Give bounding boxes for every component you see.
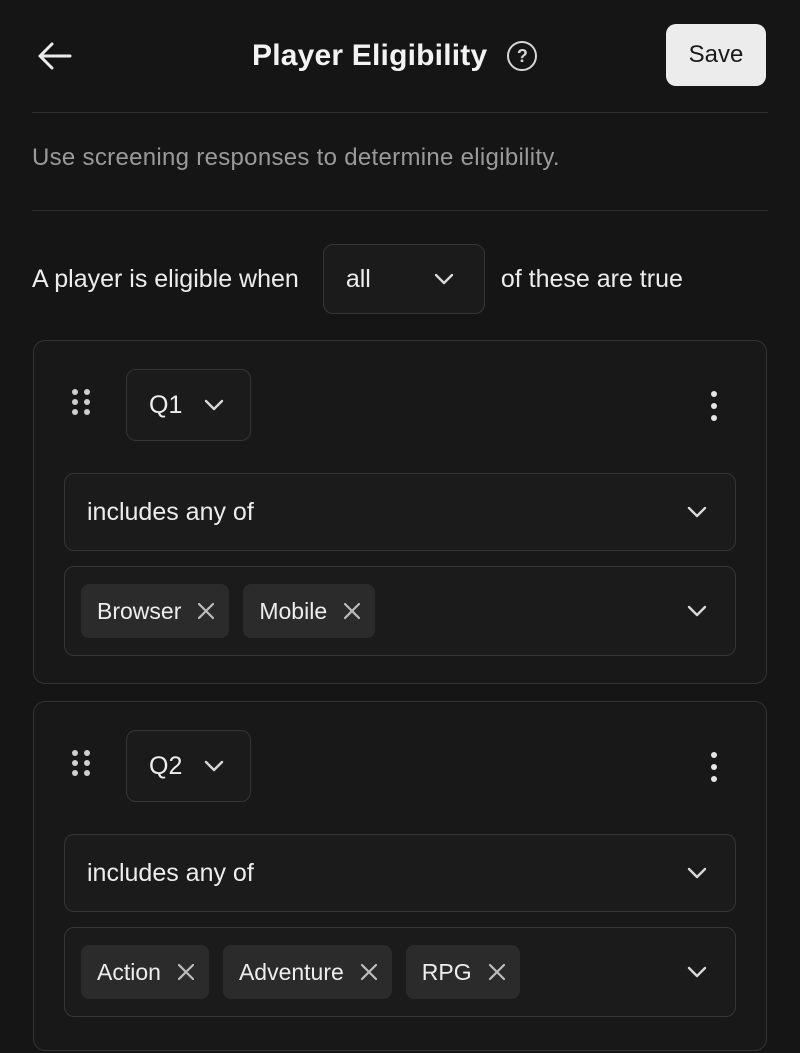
chevron-down-icon: [687, 966, 707, 978]
chip-label: Action: [97, 958, 161, 985]
value-chip: RPG: [405, 945, 520, 999]
close-icon[interactable]: [197, 602, 215, 620]
question-select[interactable]: Q1: [126, 369, 252, 441]
values-select[interactable]: Action Adventure RPG: [64, 927, 736, 1017]
title-group: Player Eligibility ?: [252, 34, 538, 78]
chip-list: Action Adventure RPG: [81, 945, 687, 999]
operator-select[interactable]: includes any of: [64, 834, 736, 912]
close-icon[interactable]: [177, 963, 195, 981]
top-bar: Player Eligibility ? Save: [0, 0, 800, 112]
chip-label: Browser: [97, 597, 182, 624]
chip-list: Browser Mobile: [81, 584, 687, 638]
chevron-down-icon: [687, 867, 707, 879]
rule-prefix: A player is eligible when: [32, 264, 299, 293]
rule-suffix: of these are true: [500, 264, 683, 293]
arrow-left-icon: [38, 42, 72, 70]
chip-label: RPG: [421, 958, 472, 985]
drag-handle-icon[interactable]: [72, 750, 96, 784]
value-chip: Browser: [81, 584, 230, 638]
chip-label: Adventure: [238, 958, 344, 985]
save-button[interactable]: Save: [666, 24, 766, 86]
close-icon[interactable]: [343, 602, 361, 620]
close-icon[interactable]: [360, 963, 378, 981]
value-chip: Mobile: [243, 584, 376, 638]
question-value: Q1: [149, 390, 183, 419]
drag-handle-icon[interactable]: [72, 389, 96, 423]
chevron-down-icon: [434, 273, 454, 285]
divider: [32, 210, 768, 211]
chevron-down-icon: [687, 506, 707, 518]
question-select[interactable]: Q2: [126, 730, 252, 802]
condition-card: Q1 includes any of Browser Mobile: [33, 340, 767, 684]
match-mode-value: all: [345, 264, 371, 293]
value-chip: Action: [81, 945, 209, 999]
chevron-down-icon: [687, 605, 707, 617]
divider: [32, 112, 768, 113]
more-vertical-icon[interactable]: [702, 750, 726, 784]
condition-card: Q2 includes any of Action Adventure RPG: [33, 701, 767, 1051]
operator-value: includes any of: [87, 497, 254, 526]
description-text: Use screening responses to determine eli…: [32, 144, 560, 171]
back-button[interactable]: [32, 34, 76, 78]
value-chip: Adventure: [222, 945, 392, 999]
condition-header: Q1: [34, 341, 766, 471]
question-value: Q2: [149, 751, 183, 780]
eligibility-rule: A player is eligible when all of these a…: [32, 244, 683, 314]
chevron-down-icon: [205, 760, 224, 772]
operator-select[interactable]: includes any of: [64, 473, 736, 551]
chip-label: Mobile: [259, 597, 328, 624]
values-select[interactable]: Browser Mobile: [64, 566, 736, 656]
chevron-down-icon: [205, 399, 224, 411]
close-icon[interactable]: [488, 963, 506, 981]
more-vertical-icon[interactable]: [702, 389, 726, 423]
page-title: Player Eligibility: [252, 39, 488, 72]
match-mode-select[interactable]: all: [322, 244, 485, 314]
help-circle-icon[interactable]: ?: [507, 41, 538, 71]
operator-value: includes any of: [87, 858, 254, 887]
condition-header: Q2: [34, 702, 766, 832]
